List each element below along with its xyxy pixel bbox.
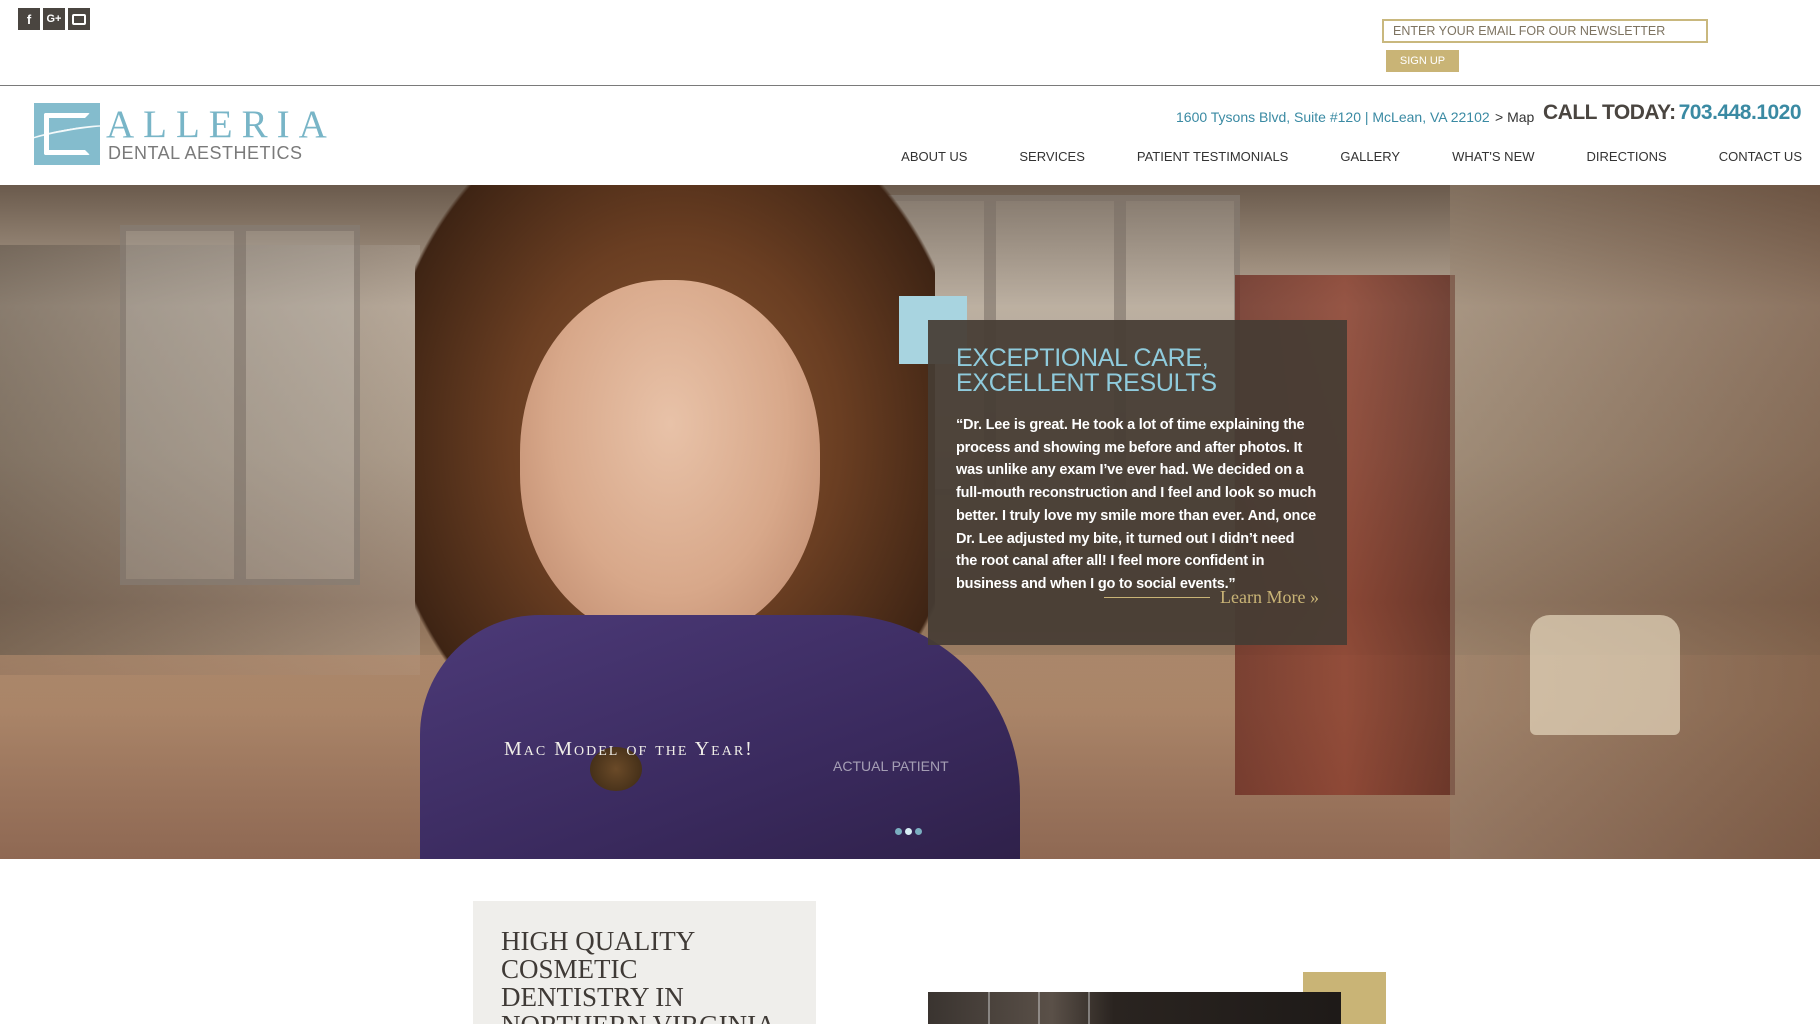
youtube-play-icon — [72, 13, 86, 25]
testimonial-box: EXCEPTIONAL CARE, EXCELLENT RESULTS “Dr.… — [928, 320, 1347, 645]
call-today: CALL TODAY: 703.448.1020 — [1543, 101, 1802, 125]
testimonial-text: “Dr. Lee is great. He took a lot of time… — [956, 417, 1316, 592]
hero-slider: Mac Model of the Year! ACTUAL PATIENT EX… — [0, 185, 1820, 859]
social-links: f G+ — [18, 8, 90, 30]
phone-number[interactable]: 703.448.1020 — [1679, 101, 1802, 124]
testimonial-title: EXCEPTIONAL CARE, EXCELLENT RESULTS — [956, 344, 1217, 397]
slider-dots — [895, 828, 922, 835]
intro-box: HIGH QUALITY COSMETIC DENTISTRY IN NORTH… — [473, 901, 816, 1024]
nav-services[interactable]: SERVICES — [1019, 149, 1085, 164]
office-photo — [928, 992, 1341, 1024]
nav-gallery[interactable]: GALLERY — [1340, 149, 1400, 164]
model-caption: Mac Model of the Year! — [504, 738, 754, 760]
address-text: 1600 Tysons Blvd, Suite #120 | McLean, V… — [1176, 109, 1490, 125]
logo-g-mark — [19, 103, 117, 165]
google-plus-icon[interactable]: G+ — [43, 8, 65, 30]
slider-dot-active[interactable] — [905, 828, 912, 835]
logo-subtitle: DENTAL AESTHETICS — [108, 143, 303, 163]
main-nav: ABOUT US SERVICES PATIENT TESTIMONIALS G… — [849, 149, 1802, 164]
logo-name: ALLERIA — [106, 103, 336, 146]
nav-whats-new[interactable]: WHAT'S NEW — [1452, 149, 1534, 164]
newsletter-email-input[interactable] — [1382, 19, 1708, 43]
slider-dot[interactable] — [915, 828, 922, 835]
galleria-logo[interactable]: ALLERIA DENTAL AESTHETICS — [19, 103, 327, 169]
lobby-chair — [1530, 615, 1680, 735]
nav-patient-testimonials[interactable]: PATIENT TESTIMONIALS — [1137, 149, 1288, 164]
nav-about-us[interactable]: ABOUT US — [901, 149, 967, 164]
facebook-icon[interactable]: f — [18, 8, 40, 30]
map-link[interactable]: > Map — [1495, 109, 1534, 125]
nav-directions[interactable]: DIRECTIONS — [1587, 149, 1667, 164]
signup-button[interactable]: SIGN UP — [1386, 50, 1459, 72]
learn-more-link[interactable]: Learn More » — [1104, 587, 1319, 608]
youtube-icon[interactable] — [68, 8, 90, 30]
section-title: HIGH QUALITY COSMETIC DENTISTRY IN NORTH… — [501, 926, 776, 1024]
site-header: ALLERIA DENTAL AESTHETICS 1600 Tysons Bl… — [0, 87, 1820, 185]
slider-dot[interactable] — [895, 828, 902, 835]
nav-contact-us[interactable]: CONTACT US — [1719, 149, 1802, 164]
top-utility-bar: f G+ SIGN UP — [0, 0, 1820, 86]
call-label: CALL TODAY: — [1543, 101, 1676, 124]
actual-patient-label: ACTUAL PATIENT — [833, 758, 949, 774]
